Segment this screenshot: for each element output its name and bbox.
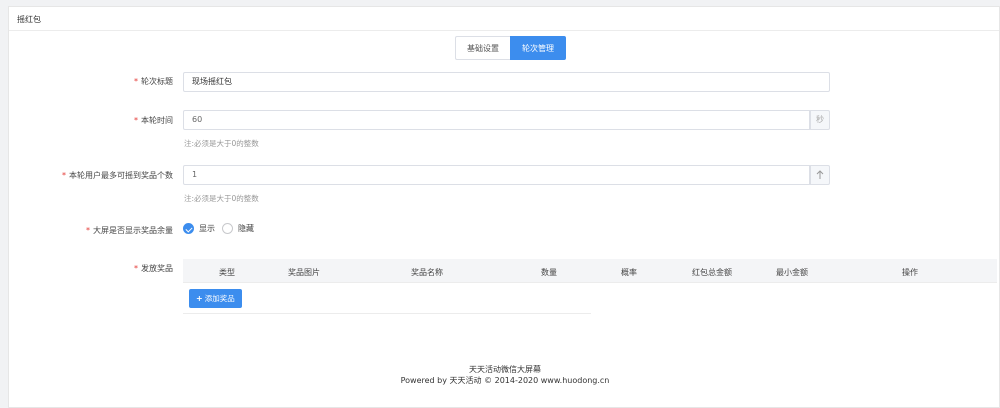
prizes-table-body: + 添加奖品 [183,283,591,314]
hide-option-radio[interactable]: 隐藏 [222,223,254,234]
required-star: * [86,226,90,235]
footer-title: 天天活动微信大屏幕 [469,365,541,374]
duration-label: * 本轮时间 [134,116,173,125]
required-star: * [62,171,66,180]
required-star: * [134,116,138,125]
duration-input[interactable]: 60 [183,110,810,130]
panel-title: 摇红包 [17,15,41,24]
radio-checked-icon [183,223,194,234]
column-header: 概率 [621,268,637,277]
tab-round-management[interactable]: 轮次管理 [510,36,566,60]
column-header: 类型 [219,268,235,277]
column-header: 奖品名称 [411,268,443,277]
show-option-radio[interactable]: 显示 [183,223,215,234]
max-prizes-hint: 注:必须是大于0的整数 [184,194,259,203]
required-star: * [134,77,138,86]
required-star: * [134,264,138,273]
tab-basic-settings[interactable]: 基础设置 [455,36,510,60]
footer-copyright: Powered by 天天活动 © 2014-2020 www.huodong.… [400,376,610,385]
round-title-label: * 轮次标题 [134,77,173,86]
prizes-label: * 发放奖品 [134,264,173,273]
main-panel: 摇红包 基础设置 轮次管理 * 轮次标题 现场摇红包 * 本轮时间 60 秒 注:必… [8,6,1000,408]
plus-icon: + [196,294,203,303]
column-header: 红包总金额 [692,268,732,277]
radio-unchecked-icon [222,223,233,234]
panel-header: 摇红包 [9,7,999,31]
round-title-input[interactable]: 现场摇红包 [183,72,830,92]
column-header: 最小金额 [776,268,808,277]
arrow-up-icon [816,170,824,179]
max-prizes-input[interactable]: 1 [183,165,810,185]
column-header: 数量 [541,268,557,277]
prizes-table-header: 类型 奖品图片 奖品名称 数量 概率 红包总金额 最小金额 操作 [183,259,997,283]
column-header: 奖品图片 [288,268,320,277]
column-header: 操作 [902,268,918,277]
add-prize-button[interactable]: + 添加奖品 [189,289,242,308]
tab-bar: 基础设置 轮次管理 [455,36,566,60]
duration-hint: 注:必须是大于0的整数 [184,139,259,148]
show-remaining-label: * 大屏是否显示奖品余量 [86,226,173,235]
duration-unit-addon: 秒 [810,110,830,130]
max-prizes-label: * 本轮用户最多可摇到奖品个数 [62,171,173,180]
max-prizes-stepper[interactable] [810,165,830,185]
